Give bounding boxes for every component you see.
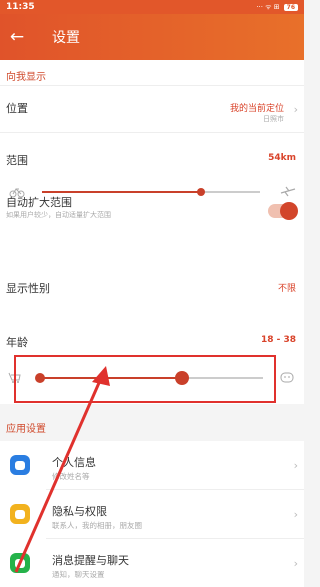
annotation-arrow bbox=[14, 366, 110, 573]
